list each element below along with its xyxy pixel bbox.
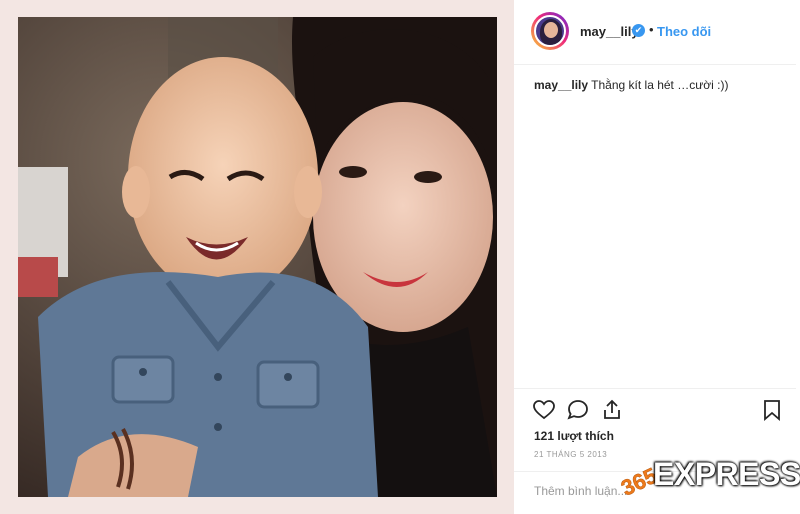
- avatar-image: [534, 15, 566, 47]
- caption-text: Thằng kít la hét …cười :)): [588, 78, 729, 92]
- separator-dot: •: [649, 22, 654, 37]
- post-date[interactable]: 21 THÁNG 5 2013: [534, 450, 607, 459]
- photo-illustration: [18, 17, 497, 497]
- post-caption: may__lily Thằng kít la hét …cười :)): [534, 77, 784, 93]
- follow-button[interactable]: Theo dõi: [657, 24, 711, 39]
- logo-digits: 365: [617, 463, 656, 500]
- heart-icon[interactable]: [532, 398, 556, 422]
- logo-mark-icon: 365: [617, 462, 656, 500]
- likes-count[interactable]: 121 lượt thích: [534, 429, 614, 443]
- bookmark-icon[interactable]: [760, 398, 784, 422]
- photo-area: [0, 0, 514, 514]
- watermark-logo: 365 EXPRESS: [616, 452, 800, 500]
- post-header: may__lily ✔ • Theo dõi: [514, 0, 796, 65]
- post-sidebar: may__lily ✔ • Theo dõi may__lily Thằng k…: [514, 0, 800, 514]
- comment-input[interactable]: Thêm bình luận...: [534, 484, 627, 498]
- share-icon[interactable]: [600, 398, 624, 422]
- avatar[interactable]: [531, 12, 569, 50]
- watermark-brand: EXPRESS: [653, 456, 800, 492]
- divider: [514, 388, 796, 389]
- username-link[interactable]: may__lily: [580, 24, 639, 39]
- caption-username[interactable]: may__lily: [534, 78, 588, 92]
- verified-badge-icon: ✔: [632, 24, 645, 37]
- comment-icon[interactable]: [566, 398, 590, 422]
- post-photo[interactable]: [18, 17, 497, 497]
